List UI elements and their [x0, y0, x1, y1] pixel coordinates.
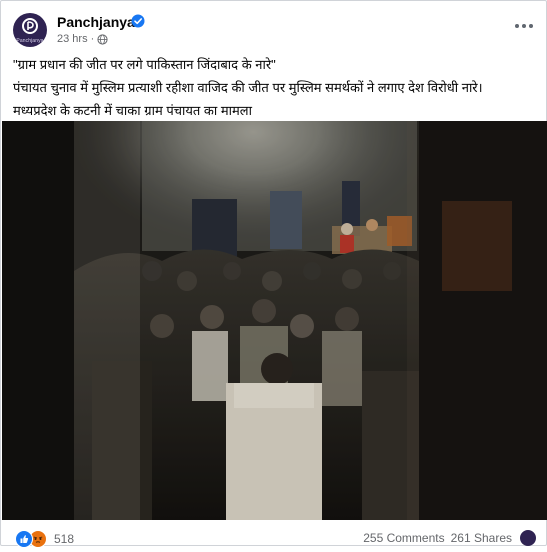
globe-icon [97, 33, 108, 45]
reaction-count: 518 [54, 532, 75, 546]
verified-badge-icon [131, 14, 145, 28]
facebook-post: Panchjanya Panchjanya 23 hrs · "ग्राम प्… [0, 0, 547, 548]
video-player[interactable] [2, 121, 547, 520]
panchjanya-logo-icon [22, 18, 38, 34]
page-avatar[interactable]: Panchjanya [13, 13, 47, 47]
post-footer: 518 255 Comments 261 Shares [1, 525, 546, 548]
post-text-line: "ग्राम प्रधान की जीत पर लगे पाकिस्तान जि… [13, 57, 276, 72]
engagement-stats: 255 Comments 261 Shares [363, 530, 536, 546]
reactions-summary[interactable]: 518 [15, 530, 74, 548]
video-frame [2, 121, 547, 520]
meta-separator: · [90, 33, 95, 45]
more-options-icon[interactable] [514, 19, 534, 33]
post-text-line: पंचायत चुनाव में मुस्लिम प्रत्याशी रहीशा… [13, 80, 483, 95]
post-header: Panchjanya Panchjanya 23 hrs · [13, 11, 534, 47]
like-reaction-icon [15, 530, 33, 548]
post-text: "ग्राम प्रधान की जीत पर लगे पाकिस्तान जि… [13, 53, 536, 122]
post-meta: 23 hrs · [57, 33, 108, 45]
post-timestamp[interactable]: 23 hrs [57, 33, 88, 45]
page-name-link[interactable]: Panchjanya [57, 14, 135, 30]
post-text-line: मध्यप्रदेश के कटनी में चाका ग्राम पंचायत… [13, 103, 252, 118]
avatar-label: Panchjanya [16, 38, 44, 44]
shares-count-link[interactable]: 261 Shares [451, 531, 512, 545]
comments-count-link[interactable]: 255 Comments [363, 531, 444, 545]
avatar[interactable] [520, 530, 536, 546]
